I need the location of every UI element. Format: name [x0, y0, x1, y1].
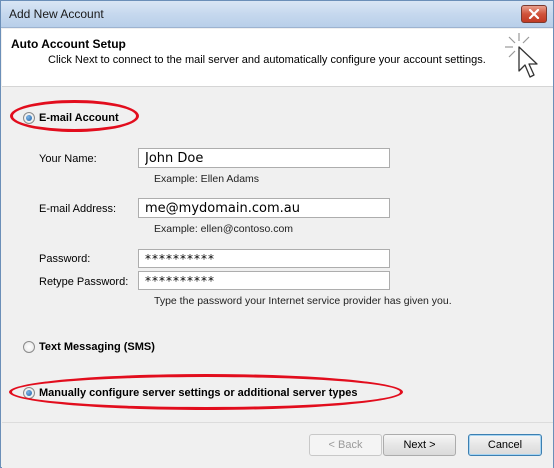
back-button[interactable]: < Back: [309, 434, 382, 456]
email-address-label: E-mail Address:: [39, 203, 117, 215]
next-button[interactable]: Next >: [383, 434, 456, 456]
header-title: Auto Account Setup: [11, 37, 126, 51]
manual-config-radio[interactable]: [23, 387, 35, 399]
retype-password-field[interactable]: [138, 271, 390, 290]
password-hint: Type the password your Internet service …: [154, 295, 452, 307]
manual-config-label: Manually configure server settings or ad…: [39, 387, 358, 399]
your-name-hint: Example: Ellen Adams: [154, 173, 260, 185]
header-panel: Auto Account Setup Click Next to connect…: [2, 29, 553, 87]
add-new-account-window: Add New Account Auto Account Setup Click…: [0, 0, 554, 468]
cancel-button[interactable]: Cancel: [468, 434, 542, 456]
email-address-hint: Example: ellen@contoso.com: [154, 223, 294, 235]
email-account-label: E-mail Account: [39, 112, 119, 124]
text-messaging-label: Text Messaging (SMS): [39, 341, 155, 353]
content-area: E-mail Account Your Name: Example: Ellen…: [2, 88, 553, 422]
header-description: Click Next to connect to the mail server…: [48, 54, 486, 66]
your-name-field[interactable]: [138, 148, 390, 168]
email-address-field[interactable]: [138, 198, 390, 218]
email-account-option[interactable]: E-mail Account: [23, 112, 119, 124]
retype-password-label: Retype Password:: [39, 276, 129, 288]
text-messaging-option[interactable]: Text Messaging (SMS): [23, 341, 155, 353]
close-icon: [528, 9, 540, 19]
button-bar: < Back Next > Cancel: [2, 422, 553, 468]
window-title: Add New Account: [9, 7, 104, 21]
your-name-label: Your Name:: [39, 153, 97, 165]
password-label: Password:: [39, 253, 91, 265]
text-messaging-radio[interactable]: [23, 341, 35, 353]
cursor-sparkle-icon: [505, 33, 538, 78]
email-account-radio[interactable]: [23, 112, 35, 124]
manual-config-option[interactable]: Manually configure server settings or ad…: [23, 387, 358, 399]
password-field[interactable]: [138, 249, 390, 268]
title-bar[interactable]: Add New Account: [1, 1, 553, 28]
close-button[interactable]: [521, 5, 547, 23]
